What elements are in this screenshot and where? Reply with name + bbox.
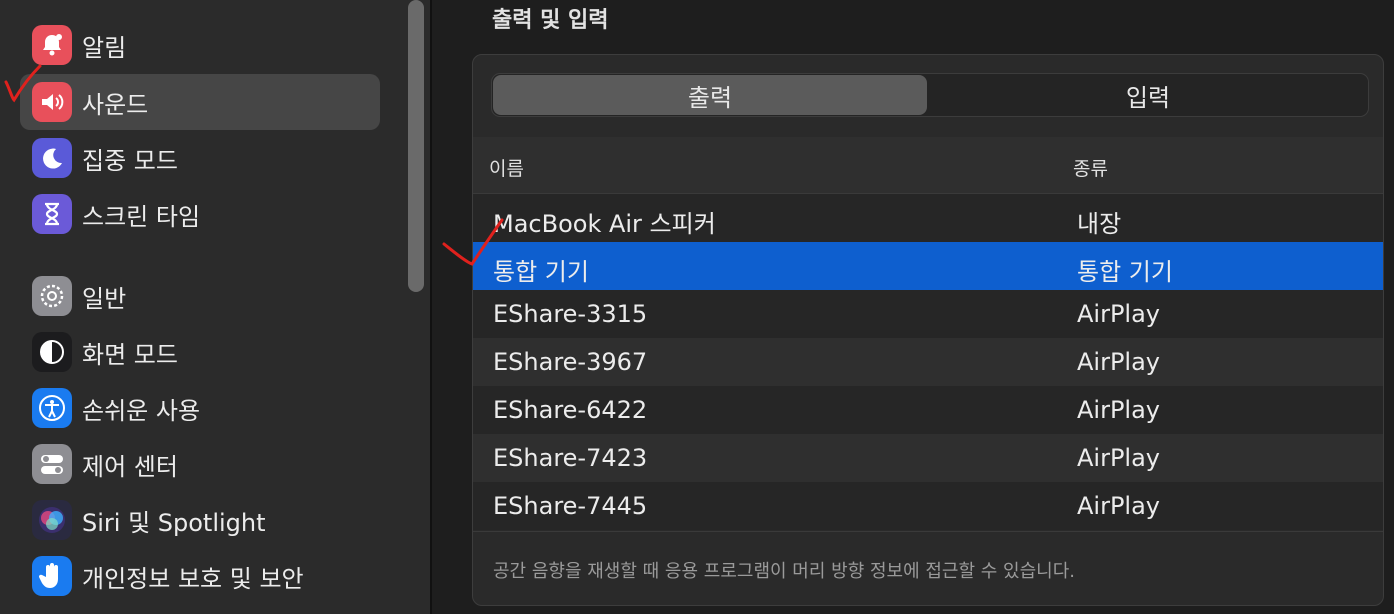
table-row[interactable]: MacBook Air 스피커 내장 [473, 194, 1383, 242]
main-content: 출력 및 입력 출력 입력 이름 종류 MacBook Air 스피커 내장 통… [432, 0, 1394, 614]
device-type: 통합 기기 [1077, 258, 1173, 286]
hourglass-icon [32, 194, 72, 234]
sidebar: 알림 사운드 집중 모드 스크린 타임 일반 화면 모드 손쉬운 사용 제어 센… [0, 0, 430, 614]
sidebar-scrollbar[interactable] [408, 0, 424, 292]
device-name: MacBook Air 스피커 [493, 210, 716, 238]
device-type: AirPlay [1077, 348, 1161, 376]
section-title: 출력 및 입력 [492, 8, 609, 33]
device-type: AirPlay [1077, 444, 1161, 472]
sidebar-item-siri-spotlight[interactable]: Siri 및 Spotlight [20, 492, 380, 548]
sidebar-item-appearance[interactable]: 화면 모드 [20, 324, 380, 380]
sidebar-item-label: 스크린 타임 [82, 202, 201, 231]
sidebar-item-label: Siri 및 Spotlight [82, 508, 266, 537]
device-name: EShare-7423 [493, 444, 648, 472]
control-center-icon [32, 444, 72, 484]
sidebar-item-label: 사운드 [82, 90, 149, 119]
sidebar-item-screen-time[interactable]: 스크린 타임 [20, 186, 380, 242]
table-header: 이름 종류 [473, 137, 1383, 194]
hand-icon [32, 556, 72, 596]
device-type: AirPlay [1077, 492, 1161, 520]
sidebar-item-label: 개인정보 보호 및 보안 [82, 564, 304, 593]
sidebar-item-label: 화면 모드 [82, 340, 178, 369]
column-header-name[interactable]: 이름 [489, 154, 524, 181]
sidebar-item-general[interactable]: 일반 [20, 268, 380, 324]
sidebar-item-label: 손쉬운 사용 [82, 396, 201, 425]
tab-output[interactable]: 출력 [493, 75, 927, 115]
speaker-icon [32, 82, 72, 122]
table-row[interactable]: EShare-7423 AirPlay [473, 434, 1383, 482]
sidebar-item-privacy-security[interactable]: 개인정보 보호 및 보안 [20, 548, 380, 604]
sidebar-item-sound[interactable]: 사운드 [20, 74, 380, 130]
table-row[interactable]: EShare-3315 AirPlay [473, 290, 1383, 338]
accessibility-icon [32, 388, 72, 428]
sidebar-item-label: 알림 [82, 33, 127, 62]
appearance-icon [32, 332, 72, 372]
sidebar-item-accessibility[interactable]: 손쉬운 사용 [20, 380, 380, 436]
sidebar-item-label: 일반 [82, 284, 127, 313]
device-name: 통합 기기 [493, 258, 589, 286]
table-row[interactable]: EShare-7445 AirPlay [473, 482, 1383, 530]
siri-icon [32, 500, 72, 540]
table-row[interactable]: EShare-3967 AirPlay [473, 338, 1383, 386]
tab-input[interactable]: 입력 [930, 75, 1366, 115]
footer-divider [473, 531, 1383, 532]
moon-icon [32, 138, 72, 178]
device-name: EShare-6422 [493, 396, 648, 424]
device-type: AirPlay [1077, 396, 1161, 424]
table-row[interactable]: EShare-6422 AirPlay [473, 386, 1383, 434]
sidebar-item-label: 제어 센터 [82, 452, 178, 481]
table-row-selected[interactable]: 통합 기기 통합 기기 [473, 242, 1383, 290]
sidebar-item-focus[interactable]: 집중 모드 [20, 130, 380, 186]
output-input-segmented-control: 출력 입력 [491, 73, 1369, 117]
device-name: EShare-3967 [493, 348, 648, 376]
device-name: EShare-7445 [493, 492, 648, 520]
bell-icon [32, 25, 72, 65]
device-type: 내장 [1077, 210, 1122, 238]
device-name: EShare-3315 [493, 300, 648, 328]
spatial-audio-footnote: 공간 음향을 재생할 때 응용 프로그램이 머리 방향 정보에 접근할 수 있습… [493, 561, 1076, 582]
sidebar-item-notifications[interactable]: 알림 [20, 17, 380, 73]
sidebar-item-label: 집중 모드 [82, 146, 178, 175]
output-input-panel: 출력 입력 이름 종류 MacBook Air 스피커 내장 통합 기기 통합 … [472, 54, 1384, 606]
column-header-type[interactable]: 종류 [1073, 154, 1108, 181]
gear-icon [32, 276, 72, 316]
device-type: AirPlay [1077, 300, 1161, 328]
sidebar-item-control-center[interactable]: 제어 센터 [20, 436, 380, 492]
